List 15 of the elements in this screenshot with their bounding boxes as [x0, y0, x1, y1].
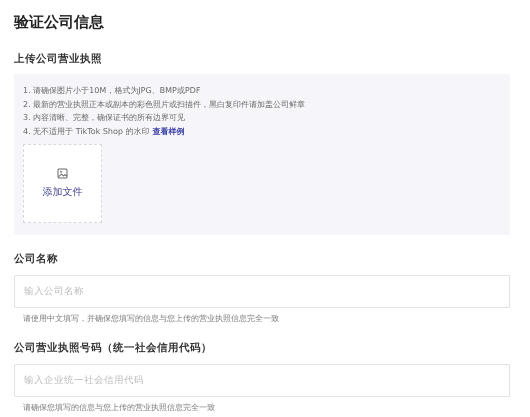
add-file-button[interactable]: 添加文件: [23, 144, 102, 223]
requirement-text: 1. 请确保图片小于10M，格式为JPG、BMP或PDF: [23, 85, 202, 97]
help-text: 请确保您填写的信息与您上传的营业执照信息完全一致: [22, 402, 216, 413]
page-title: 验证公司信息: [14, 12, 105, 33]
requirement-text: 3. 内容清晰、完整，确保证书的所有边界可见: [23, 112, 186, 124]
field-label: 公司营业执照号码（统一社会信用代码）: [14, 341, 213, 355]
field-label: 公司名称: [14, 252, 59, 266]
input-field[interactable]: 输入公司名称: [14, 275, 510, 308]
input-field[interactable]: 输入企业统一社会信用代码: [14, 364, 510, 397]
requirement-text: 4. 无不适用于 TikTok Shop 的水印: [23, 126, 150, 138]
section-label: 上传公司营业执照: [14, 52, 103, 66]
sample-link[interactable]: 查看样例: [152, 126, 184, 137]
requirement-text: 2. 最新的营业执照正本或副本的彩色照片或扫描件，黑白复印件请加盖公司鲜章: [23, 98, 306, 110]
help-text: 请使用中文填写，并确保您填写的信息与您上传的营业执照信息完全一致: [22, 313, 280, 324]
image-icon: [57, 168, 68, 179]
